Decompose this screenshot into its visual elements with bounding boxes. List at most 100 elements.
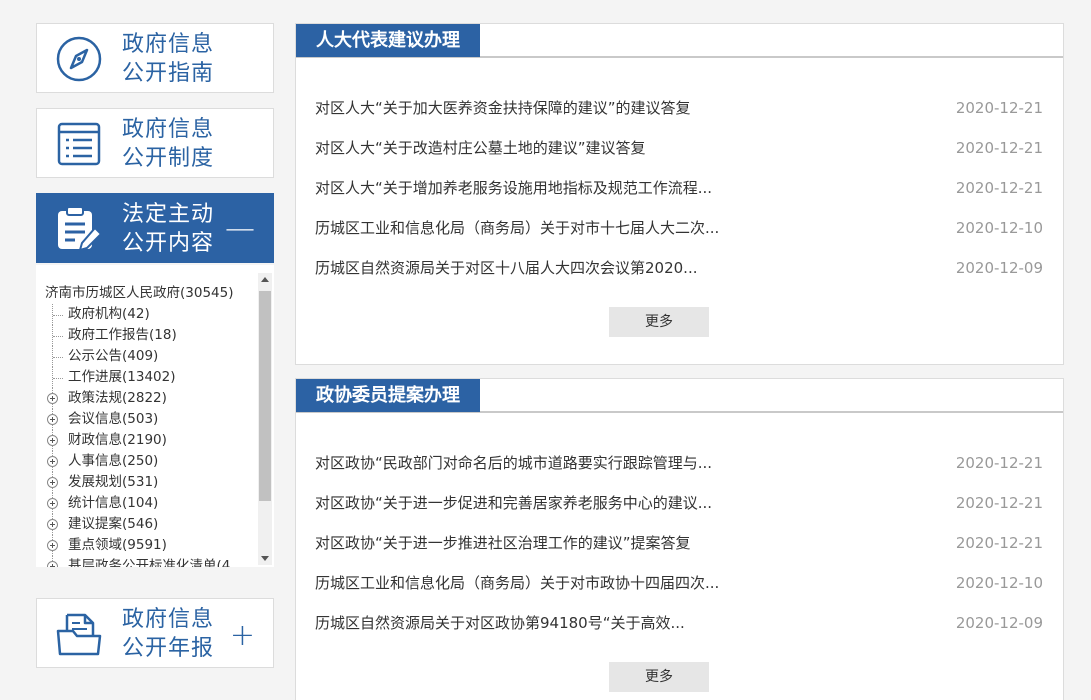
list-item[interactable]: 对区人大“关于改造村庄公墓土地的建议”建议答复 2020-12-21: [315, 128, 1043, 168]
item-title[interactable]: 历城区自然资源局关于对区政协第94180号“关于高效...: [315, 603, 685, 643]
item-title[interactable]: 历城区工业和信息化局（商务局）关于对市政协十四届四次...: [315, 563, 719, 603]
tree-node-label[interactable]: 政策法规(2822): [68, 390, 167, 406]
card-info-guide[interactable]: 政府信息 公开指南: [36, 23, 274, 93]
tree-node[interactable]: 会议信息(503): [36, 409, 258, 430]
card-info-system[interactable]: 政府信息 公开制度: [36, 108, 274, 178]
expand-node-icon[interactable]: [47, 393, 58, 404]
tree-node-label[interactable]: 政府机构(42): [68, 306, 150, 322]
scroll-up-icon[interactable]: [261, 277, 269, 282]
more-button[interactable]: 更多: [609, 662, 709, 692]
item-title[interactable]: 对区人大“关于增加养老服务设施用地指标及规范工作流程...: [315, 168, 712, 208]
panel-header: 政协委员提案办理: [296, 379, 1063, 413]
expand-node-icon[interactable]: [47, 561, 58, 567]
item-date: 2020-12-09: [955, 614, 1043, 632]
expand-icon[interactable]: +: [230, 621, 255, 651]
list-item[interactable]: 对区政协“民政部门对命名后的城市道路要实行跟踪管理与... 2020-12-21: [315, 443, 1043, 483]
expand-node-icon[interactable]: [47, 540, 58, 551]
item-title[interactable]: 历城区工业和信息化局（商务局）关于对市十七届人大二次...: [315, 208, 719, 248]
panel-title-tab[interactable]: 人大代表建议办理: [296, 24, 480, 57]
panel-header: 人大代表建议办理: [296, 24, 1063, 58]
list-document-icon: [57, 122, 101, 166]
scroll-down-icon[interactable]: [261, 556, 269, 561]
list-item[interactable]: 对区政协“关于进一步促进和完善居家养老服务中心的建议... 2020-12-21: [315, 483, 1043, 523]
tree-node[interactable]: 人事信息(250): [36, 451, 258, 472]
tree-node-label[interactable]: 财政信息(2190): [68, 432, 167, 448]
card-annual-report[interactable]: 政府信息 公开年报 +: [36, 598, 274, 668]
item-title[interactable]: 对区政协“民政部门对命名后的城市道路要实行跟踪管理与...: [315, 443, 712, 483]
panel-npc-suggestions: 人大代表建议办理 对区人大“关于加大医养资金扶持保障的建议”的建议答复 2020-…: [295, 23, 1064, 365]
expand-node-icon[interactable]: [47, 498, 58, 509]
item-date: 2020-12-10: [955, 574, 1043, 592]
tree-node[interactable]: 政府机构(42): [36, 304, 258, 325]
tree-node[interactable]: 建议提案(546): [36, 514, 258, 535]
card-title-line1: 法定主动: [122, 202, 215, 227]
tree-list: 济南市历城区人民政府(30545) 政府机构(42) 政府工作报告(18) 公示公告…: [36, 283, 258, 567]
item-title[interactable]: 历城区自然资源局关于对区十八届人大四次会议第2020...: [315, 248, 697, 288]
item-title[interactable]: 对区人大“关于改造村庄公墓土地的建议”建议答复: [315, 128, 646, 168]
item-title[interactable]: 对区政协“关于进一步推进社区治理工作的建议”提案答复: [315, 523, 691, 563]
expand-node-icon[interactable]: [47, 477, 58, 488]
tree-node[interactable]: 政府工作报告(18): [36, 325, 258, 346]
clipboard-edit-icon: [58, 206, 103, 252]
tree-node-label[interactable]: 人事信息(250): [68, 453, 158, 469]
tree-scrollbar[interactable]: [258, 273, 272, 565]
expand-node-icon[interactable]: [47, 414, 58, 425]
item-date: 2020-12-21: [955, 454, 1043, 472]
tree-node[interactable]: 发展规划(531): [36, 472, 258, 493]
list-item[interactable]: 历城区工业和信息化局（商务局）关于对市政协十四届四次... 2020-12-10: [315, 563, 1043, 603]
item-date: 2020-12-09: [955, 259, 1043, 277]
tree-node[interactable]: 工作进展(13402): [36, 367, 258, 388]
card-title-line1: 政府信息: [122, 32, 215, 57]
tree-node-label[interactable]: 发展规划(531): [68, 474, 158, 490]
more-button[interactable]: 更多: [609, 307, 709, 337]
list-item[interactable]: 历城区自然资源局关于对区十八届人大四次会议第2020... 2020-12-09: [315, 248, 1043, 288]
card-title-line1: 政府信息: [122, 117, 215, 142]
card-title-line2: 公开内容: [122, 231, 215, 256]
tree-node-label[interactable]: 重点领域(9591): [68, 537, 167, 553]
collapse-icon[interactable]: —: [225, 214, 255, 244]
tree-node[interactable]: 财政信息(2190): [36, 430, 258, 451]
item-title[interactable]: 对区人大“关于加大医养资金扶持保障的建议”的建议答复: [315, 88, 691, 128]
tree-node-label[interactable]: 统计信息(104): [68, 495, 158, 511]
card-title-line2: 公开制度: [122, 146, 215, 171]
category-tree: 济南市历城区人民政府(30545) 政府机构(42) 政府工作报告(18) 公示公告…: [36, 265, 274, 567]
card-title-line1: 政府信息: [122, 607, 215, 632]
list-item[interactable]: 对区人大“关于加大医养资金扶持保障的建议”的建议答复 2020-12-21: [315, 88, 1043, 128]
item-date: 2020-12-21: [955, 99, 1043, 117]
list-item[interactable]: 对区政协“关于进一步推进社区治理工作的建议”提案答复 2020-12-21: [315, 523, 1043, 563]
card-title-line2: 公开指南: [122, 61, 215, 86]
list-item[interactable]: 历城区自然资源局关于对区政协第94180号“关于高效... 2020-12-09: [315, 603, 1043, 643]
expand-node-icon[interactable]: [47, 519, 58, 530]
list-item[interactable]: 对区人大“关于增加养老服务设施用地指标及规范工作流程... 2020-12-21: [315, 168, 1043, 208]
expand-node-icon[interactable]: [47, 456, 58, 467]
tree-node-label[interactable]: 基层政务公开标准化清单(4: [68, 558, 230, 567]
item-date: 2020-12-21: [955, 139, 1043, 157]
tree-node[interactable]: 公示公告(409): [36, 346, 258, 367]
tree-node-label[interactable]: 工作进展(13402): [68, 369, 175, 385]
item-date: 2020-12-21: [955, 179, 1043, 197]
tree-node[interactable]: 统计信息(104): [36, 493, 258, 514]
compass-icon: [56, 36, 102, 82]
tree-node[interactable]: 基层政务公开标准化清单(4: [36, 556, 258, 567]
item-date: 2020-12-10: [955, 219, 1043, 237]
item-list: 对区政协“民政部门对命名后的城市道路要实行跟踪管理与... 2020-12-21 …: [315, 443, 1043, 643]
item-date: 2020-12-21: [955, 534, 1043, 552]
expand-node-icon[interactable]: [47, 435, 58, 446]
tree-node[interactable]: 政策法规(2822): [36, 388, 258, 409]
card-title-line2: 公开年报: [122, 636, 215, 661]
tree-node[interactable]: 重点领域(9591): [36, 535, 258, 556]
item-title[interactable]: 对区政协“关于进一步促进和完善居家养老服务中心的建议...: [315, 483, 712, 523]
panel-cppcc-proposals: 政协委员提案办理 对区政协“民政部门对命名后的城市道路要实行跟踪管理与... 20…: [295, 378, 1064, 700]
tree-node-label[interactable]: 会议信息(503): [68, 411, 158, 427]
panel-title-tab[interactable]: 政协委员提案办理: [296, 379, 480, 412]
scroll-thumb[interactable]: [259, 291, 271, 501]
item-list: 对区人大“关于加大医养资金扶持保障的建议”的建议答复 2020-12-21 对区人…: [315, 88, 1043, 288]
card-statutory-content[interactable]: 法定主动 公开内容 —: [36, 193, 274, 263]
tree-node-label[interactable]: 公示公告(409): [68, 348, 158, 364]
folder-document-icon: [56, 613, 102, 656]
tree-node-label[interactable]: 建议提案(546): [68, 516, 158, 532]
list-item[interactable]: 历城区工业和信息化局（商务局）关于对市十七届人大二次... 2020-12-10: [315, 208, 1043, 248]
tree-node-label[interactable]: 政府工作报告(18): [68, 327, 177, 343]
item-date: 2020-12-21: [955, 494, 1043, 512]
tree-root[interactable]: 济南市历城区人民政府(30545): [36, 283, 258, 304]
